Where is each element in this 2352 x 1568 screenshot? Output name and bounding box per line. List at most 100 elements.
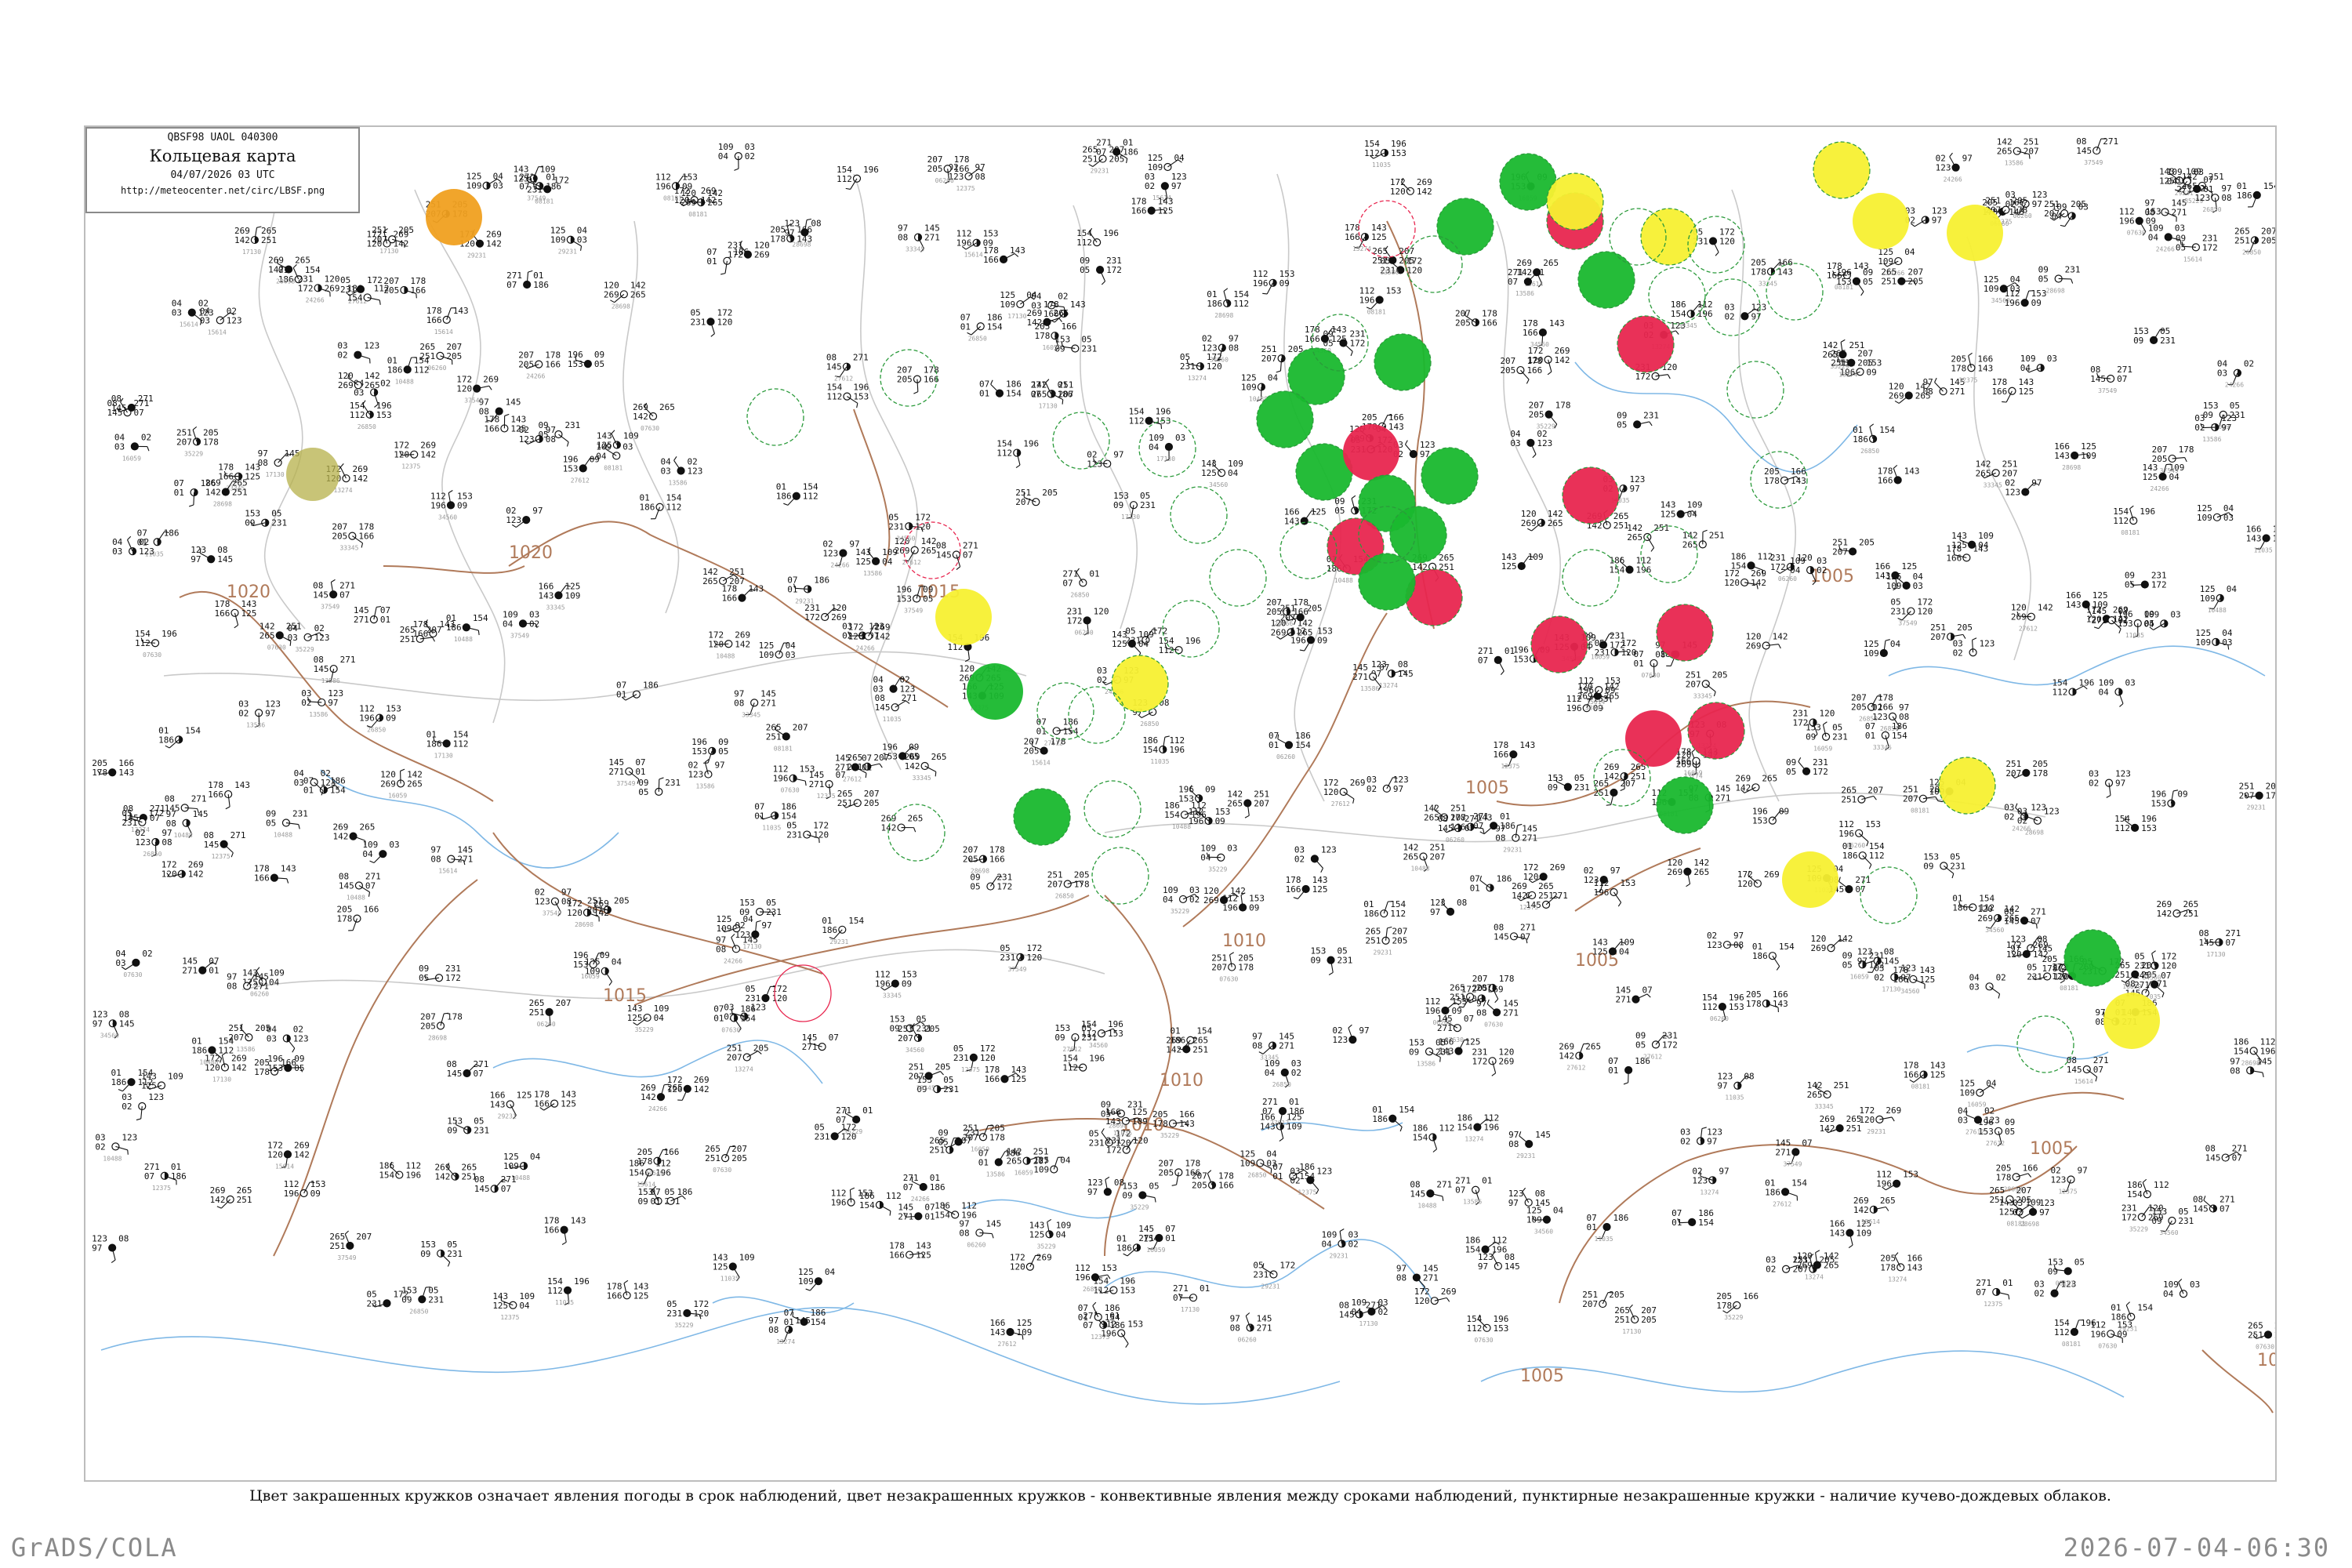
station-plot: 17212026914210488 <box>708 630 750 659</box>
svg-text:271: 271 <box>902 693 917 703</box>
svg-text:27612: 27612 <box>1773 1200 1791 1207</box>
station-plot: 081452710737549 <box>2090 365 2132 394</box>
station-plot: 12026914226516059 <box>380 768 423 799</box>
station-plot: 265251207205 <box>837 789 880 808</box>
svg-text:251: 251 <box>766 731 782 742</box>
svg-text:196: 196 <box>2119 216 2135 227</box>
phenomena-circle-green <box>1013 788 1071 846</box>
station-plot: 15411219615326850 <box>350 400 392 430</box>
station-plot: 0302123 <box>1953 637 1994 658</box>
station-plot: 251207205 <box>1930 622 1973 642</box>
svg-text:231: 231 <box>474 1125 489 1135</box>
svg-text:28698: 28698 <box>612 303 630 310</box>
svg-text:120: 120 <box>1133 1136 1149 1146</box>
svg-text:01: 01 <box>960 321 971 332</box>
svg-text:251: 251 <box>2248 1330 2263 1340</box>
station-plot: 10904030237549 <box>503 609 539 639</box>
svg-text:125: 125 <box>1112 639 1127 649</box>
svg-text:269: 269 <box>754 250 770 260</box>
svg-text:109: 109 <box>2197 513 2212 523</box>
svg-text:186: 186 <box>1116 1243 1132 1253</box>
source-url[interactable]: http://meteocenter.net/circ/LBSF.png <box>87 185 358 196</box>
svg-text:109: 109 <box>1132 1116 1148 1127</box>
svg-text:08: 08 <box>1495 833 1505 844</box>
svg-text:17130: 17130 <box>1007 313 1026 320</box>
station-plot: 01186154 <box>2237 181 2275 208</box>
station-plot: 0814527107 <box>2205 1144 2248 1163</box>
svg-text:01: 01 <box>616 690 626 700</box>
station-plot: 040302123 <box>1510 429 1552 459</box>
svg-text:09: 09 <box>2133 336 2143 346</box>
svg-text:97: 97 <box>2031 478 2042 488</box>
svg-text:153: 153 <box>1513 654 1529 664</box>
svg-text:271: 271 <box>1552 891 1568 901</box>
svg-text:196: 196 <box>1089 1054 1105 1064</box>
svg-text:05: 05 <box>1080 265 1090 275</box>
svg-text:186: 186 <box>1170 1036 1185 1046</box>
station-plot: 17212026914212375 <box>394 441 436 470</box>
svg-text:08: 08 <box>768 1325 779 1335</box>
svg-text:08: 08 <box>898 233 908 243</box>
svg-text:06260: 06260 <box>1778 575 1797 583</box>
svg-text:06260: 06260 <box>1276 753 1295 760</box>
svg-text:01: 01 <box>924 1211 935 1221</box>
svg-text:27612: 27612 <box>1331 800 1350 808</box>
svg-text:125: 125 <box>1311 507 1327 517</box>
svg-text:01: 01 <box>1671 1218 1682 1228</box>
svg-text:178: 178 <box>447 1011 463 1022</box>
station-plot: 269142265251 <box>2156 899 2198 919</box>
svg-text:143: 143 <box>2066 600 2082 610</box>
station-plot: 17816614312375 <box>1493 740 1535 770</box>
svg-text:207: 207 <box>356 1232 372 1242</box>
station-plot: 1090403 <box>2143 609 2181 630</box>
svg-text:07: 07 <box>1262 1106 1272 1116</box>
svg-text:01: 01 <box>862 1105 873 1116</box>
svg-text:143: 143 <box>748 584 764 594</box>
svg-text:07630: 07630 <box>1475 1337 1494 1344</box>
phenomena-circle-green <box>1389 506 1447 564</box>
station-plot: 19615309 <box>1752 807 1789 826</box>
svg-text:231: 231 <box>271 518 287 528</box>
svg-text:09: 09 <box>1923 861 1933 871</box>
svg-text:109: 109 <box>739 1253 755 1263</box>
svg-text:143: 143 <box>1773 999 1788 1009</box>
svg-text:13586: 13586 <box>236 1046 255 1053</box>
svg-text:125: 125 <box>855 557 871 567</box>
svg-text:178: 178 <box>92 768 107 778</box>
station-plot: 0814527107 <box>936 540 978 570</box>
svg-text:03: 03 <box>2190 1279 2200 1290</box>
svg-text:09: 09 <box>457 500 467 510</box>
svg-text:03: 03 <box>1969 982 1980 992</box>
station-plot: 0814527137549 <box>2076 136 2118 166</box>
svg-text:109: 109 <box>1241 383 1257 393</box>
svg-text:145: 145 <box>1504 1261 1520 1272</box>
svg-text:196: 196 <box>284 1189 299 1199</box>
station-plot: 0523117212037549 <box>1890 597 1933 627</box>
svg-text:166: 166 <box>721 593 737 604</box>
svg-text:265: 265 <box>295 256 310 266</box>
svg-text:02: 02 <box>1996 972 2006 982</box>
svg-text:04: 04 <box>269 977 280 987</box>
svg-text:15614: 15614 <box>2074 1078 2093 1085</box>
svg-text:12375: 12375 <box>961 1066 980 1073</box>
phenomena-circle-olive <box>286 448 339 501</box>
weather-map[interactable]: 1020102010151015101010101010100510051005… <box>85 127 2277 1482</box>
svg-text:27612: 27612 <box>1270 1120 1289 1127</box>
svg-text:269: 269 <box>2148 1212 2164 1222</box>
svg-text:186: 186 <box>1853 434 1868 445</box>
svg-text:178: 178 <box>2012 205 2027 216</box>
station-plot: 01186154112 <box>776 482 818 506</box>
svg-text:269: 269 <box>1350 778 1366 788</box>
phenomena-circle-yellow <box>1546 172 1604 230</box>
svg-text:196: 196 <box>574 1276 590 1287</box>
svg-text:08: 08 <box>1476 1007 1486 1018</box>
svg-text:03: 03 <box>2175 223 2185 233</box>
svg-text:145: 145 <box>339 880 354 891</box>
svg-text:28698: 28698 <box>575 921 593 928</box>
svg-text:120: 120 <box>267 1149 283 1160</box>
svg-text:02: 02 <box>238 708 249 718</box>
station-plot: 178166143125 <box>984 1065 1026 1084</box>
station-plot: 1251090434560 <box>1526 1206 1564 1236</box>
station-plot: 205178166143 <box>1746 989 1788 1013</box>
station-plot: 14312510911035 <box>713 1253 755 1283</box>
